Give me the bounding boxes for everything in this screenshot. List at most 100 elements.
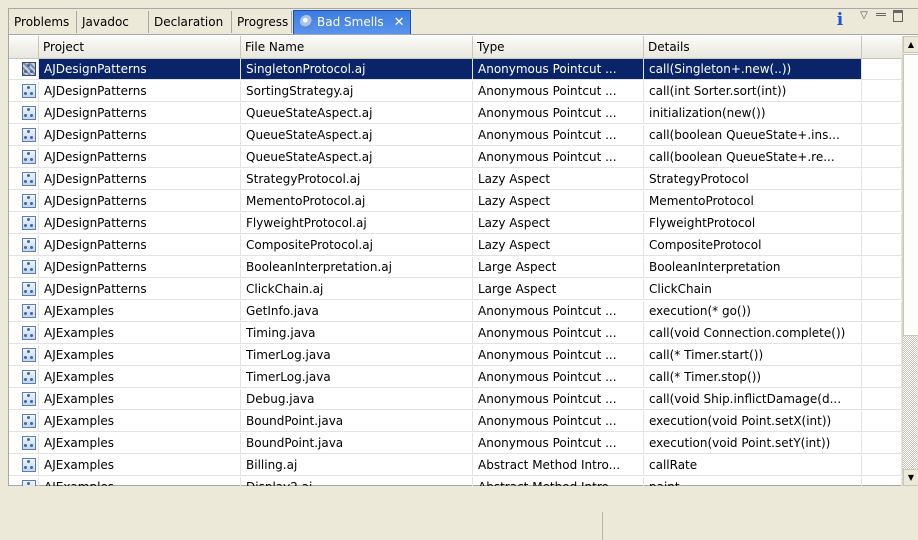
cell-details: StrategyProtocol <box>644 169 862 190</box>
cell-details: FlyweightProtocol <box>644 213 862 234</box>
cell-file: ClickChain.aj <box>241 279 473 300</box>
table-row[interactable]: AJExamples GetInfo.java Anonymous Pointcut… <box>9 301 902 323</box>
cell-project: AJDesignPatterns <box>39 213 241 234</box>
table-row[interactable]: AJExamples TimerLog.java Anonymous Pointcu… <box>9 367 902 389</box>
header-type[interactable]: Type <box>473 36 644 58</box>
tab-javadoc[interactable]: Javadoc <box>77 11 149 33</box>
header-icon-column[interactable] <box>9 36 39 58</box>
bad-smell-marker-icon <box>22 150 36 164</box>
table-row[interactable]: AJDesignPatterns QueueStateAspect.aj Anony… <box>9 147 902 169</box>
cell-details: ClickChain <box>644 279 862 300</box>
table-row[interactable]: AJExamples Debug.java Anonymous Pointcut .… <box>9 389 902 411</box>
table-row[interactable]: AJDesignPatterns QueueStateAspect.aj Anony… <box>9 125 902 147</box>
cell-project: AJDesignPatterns <box>39 81 241 102</box>
tab-bad-smells[interactable]: Bad Smells ✕ <box>293 10 411 34</box>
row-filler <box>862 279 902 300</box>
row-icon-cell <box>9 81 39 102</box>
row-filler <box>862 455 902 476</box>
table-row[interactable]: AJExamples BoundPoint.java Anonymous Point… <box>9 411 902 433</box>
cell-project: AJExamples <box>39 301 241 322</box>
vertical-scrollbar[interactable]: ▲ ▼ <box>902 36 918 486</box>
cell-type: Anonymous Pointcut ... <box>473 323 644 344</box>
scroll-down-icon[interactable]: ▼ <box>903 469 918 486</box>
close-icon[interactable]: ✕ <box>394 12 405 34</box>
status-bar <box>8 486 918 540</box>
cell-details: MementoProtocol <box>644 191 862 212</box>
row-icon-cell <box>9 301 39 322</box>
row-icon-cell <box>9 125 39 146</box>
table-row[interactable]: AJDesignPatterns MementoProtocol.aj Lazy A… <box>9 191 902 213</box>
cell-type: Anonymous Pointcut ... <box>473 103 644 124</box>
tab-declaration[interactable]: Declaration <box>149 11 232 33</box>
bad-smells-icon <box>300 15 313 28</box>
view-menu-icon[interactable]: ▽ <box>857 9 871 23</box>
table-row[interactable]: AJDesignPatterns CompositeProtocol.aj Lazy… <box>9 235 902 257</box>
tab-progress[interactable]: Progress <box>232 11 292 33</box>
cell-type: Anonymous Pointcut ... <box>473 147 644 168</box>
table-row[interactable]: AJDesignPatterns FlyweightProtocol.aj Lazy… <box>9 213 902 235</box>
table-row[interactable]: AJDesignPatterns StrategyProtocol.aj Lazy … <box>9 169 902 191</box>
cell-details: call(* Timer.stop()) <box>644 367 862 388</box>
cell-type: Anonymous Pointcut ... <box>473 81 644 102</box>
bad-smell-marker-icon <box>22 84 36 98</box>
header-details[interactable]: Details <box>644 36 862 58</box>
row-filler <box>862 103 902 124</box>
table-row[interactable]: AJDesignPatterns ClickChain.aj Large Aspec… <box>9 279 902 301</box>
row-filler <box>862 169 902 190</box>
table-row[interactable]: AJExamples Billing.aj Abstract Method Intr… <box>9 455 902 477</box>
table-row[interactable]: AJExamplesDisplay2.ajAbstract Method Int… <box>9 477 902 486</box>
tab-problems[interactable]: Problems <box>9 11 77 33</box>
cell-file: GetInfo.java <box>241 301 473 322</box>
row-icon-cell <box>9 411 39 432</box>
row-icon-cell <box>9 103 39 124</box>
row-icon-cell <box>9 477 39 486</box>
table-row[interactable]: AJExamples Timing.java Anonymous Pointcut … <box>9 323 902 345</box>
scroll-thumb[interactable] <box>903 54 918 336</box>
bad-smell-marker-icon <box>22 392 36 406</box>
table-row[interactable]: AJDesignPatterns SortingStrategy.aj Anonym… <box>9 81 902 103</box>
header-file-name[interactable]: File Name <box>241 36 473 58</box>
table-row[interactable]: AJExamples BoundPoint.java Anonymous Point… <box>9 433 902 455</box>
cell-file: BooleanInterpretation.aj <box>241 257 473 278</box>
cell-details: call(boolean QueueState+.ins... <box>644 125 862 146</box>
cell-type: Lazy Aspect <box>473 213 644 234</box>
header-filler <box>862 36 902 58</box>
cell-project: AJExamples <box>39 345 241 366</box>
cell-file: Display2.aj <box>241 477 473 486</box>
header-project[interactable]: Project <box>39 36 241 58</box>
bad-smell-marker-icon <box>22 326 36 340</box>
cell-file: QueueStateAspect.aj <box>241 147 473 168</box>
cell-type: Lazy Aspect <box>473 169 644 190</box>
cell-type: Large Aspect <box>473 279 644 300</box>
maximize-icon[interactable] <box>893 10 903 22</box>
minimize-icon[interactable] <box>876 13 886 16</box>
table-row[interactable]: AJExamples TimerLog.java Anonymous Pointcu… <box>9 345 902 367</box>
table-row[interactable]: AJDesignPatterns SingletonProtocol.aj Anon… <box>9 59 902 81</box>
table-row[interactable]: AJDesignPatterns BooleanInterpretation.aj… <box>9 257 902 279</box>
table-row[interactable]: AJDesignPatterns QueueStateAspect.aj Anony… <box>9 103 902 125</box>
cell-details: paint <box>644 477 862 486</box>
info-icon[interactable]: i <box>832 10 848 30</box>
row-icon-cell <box>9 389 39 410</box>
bad-smells-view: Problems Javadoc Declaration Progress Ba… <box>8 8 918 486</box>
cell-type: Anonymous Pointcut ... <box>473 367 644 388</box>
cell-type: Anonymous Pointcut ... <box>473 389 644 410</box>
row-icon-cell <box>9 257 39 278</box>
cell-file: SortingStrategy.aj <box>241 81 473 102</box>
cell-details: BooleanInterpretation <box>644 257 862 278</box>
row-filler <box>862 147 902 168</box>
scroll-track[interactable] <box>903 336 918 469</box>
row-filler <box>862 389 902 410</box>
scroll-up-icon[interactable]: ▲ <box>903 36 918 53</box>
row-icon-cell <box>9 323 39 344</box>
cell-project: AJExamples <box>39 323 241 344</box>
row-filler <box>862 257 902 278</box>
cell-details: call(* Timer.start()) <box>644 345 862 366</box>
cell-details: call(void Ship.inflictDamage(d... <box>644 389 862 410</box>
cell-type: Anonymous Pointcut ... <box>473 125 644 146</box>
cell-project: AJExamples <box>39 367 241 388</box>
cell-file: BoundPoint.java <box>241 411 473 432</box>
cell-type: Anonymous Pointcut ... <box>473 301 644 322</box>
cell-details: call(void Connection.complete()) <box>644 323 862 344</box>
bad-smell-marker-icon <box>22 106 36 120</box>
